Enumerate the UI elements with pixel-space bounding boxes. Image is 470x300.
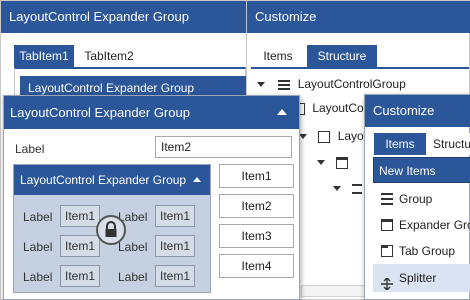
expand-arrow-icon[interactable] bbox=[333, 186, 341, 192]
inner-expander-group: LayoutControl Expander Group Label Item1… bbox=[13, 164, 211, 293]
tab-items[interactable]: Items bbox=[255, 45, 301, 67]
new-item-tab-group[interactable]: Tab Group bbox=[373, 238, 470, 264]
tab-items[interactable]: Items bbox=[374, 133, 426, 155]
group-icon bbox=[318, 130, 331, 143]
customize-window-title: Customize bbox=[247, 1, 470, 33]
expander-popup: LayoutControl Expander Group Label Item2… bbox=[3, 95, 300, 300]
new-item-label: Expander Gro bbox=[399, 218, 470, 232]
grid-item[interactable]: Item1 bbox=[60, 265, 100, 287]
new-item-group[interactable]: Group bbox=[373, 186, 470, 212]
expander-group-icon bbox=[381, 219, 393, 231]
customize-popup-tabstrip: Items Structu bbox=[371, 133, 470, 155]
tab-structure[interactable]: Structu bbox=[433, 133, 470, 155]
collapse-arrow-icon[interactable] bbox=[193, 177, 201, 182]
tab-tabitem2[interactable]: TabItem2 bbox=[74, 45, 144, 67]
new-item-label: Tab Group bbox=[399, 244, 456, 258]
list-icon bbox=[381, 193, 393, 205]
tab-group-icon bbox=[381, 245, 393, 257]
grid-item[interactable]: Item1 bbox=[60, 235, 100, 257]
expand-arrow-icon[interactable] bbox=[299, 134, 307, 140]
grid-item[interactable]: Item1 bbox=[155, 205, 195, 227]
tree-row[interactable]: LayoutControlGroup bbox=[257, 75, 467, 93]
layout-window-title: LayoutControl Expander Group bbox=[1, 1, 246, 33]
inner-group-header[interactable]: LayoutControl Expander Group bbox=[14, 165, 210, 195]
new-item-splitter[interactable]: Splitter bbox=[373, 264, 470, 292]
item2-field[interactable]: Item2 bbox=[155, 136, 292, 158]
new-item-label: Group bbox=[399, 192, 433, 206]
lock-icon[interactable] bbox=[96, 215, 126, 245]
tree-row-label: Layo bbox=[337, 129, 364, 143]
expander-popup-header[interactable]: LayoutControl Expander Group bbox=[4, 96, 299, 129]
side-item-button[interactable]: Item3 bbox=[219, 224, 294, 248]
expand-arrow-icon[interactable] bbox=[257, 82, 265, 88]
grid-label: Label bbox=[23, 270, 53, 284]
grid-label: Label bbox=[118, 270, 148, 284]
side-item-button[interactable]: Item1 bbox=[219, 164, 294, 188]
collapse-arrow-icon[interactable] bbox=[277, 109, 287, 115]
inner-group-title: LayoutControl Expander Group bbox=[20, 173, 187, 187]
new-item-label: Splitter bbox=[399, 271, 437, 285]
tab-structure[interactable]: Structure bbox=[307, 45, 377, 67]
tree-row-label: LayoutControlGroup bbox=[297, 77, 406, 91]
splitter-icon bbox=[381, 272, 393, 291]
grid-item[interactable]: Item1 bbox=[155, 235, 195, 257]
new-item-expander-group[interactable]: Expander Gro bbox=[373, 212, 470, 238]
customize-popup-title: Customize bbox=[365, 95, 470, 127]
new-items-header: New Items bbox=[373, 157, 470, 183]
customize-tabstrip: Items Structure bbox=[255, 45, 470, 67]
side-item-button[interactable]: Item2 bbox=[219, 194, 294, 218]
expander-popup-title: LayoutControl Expander Group bbox=[10, 105, 190, 120]
grid-item[interactable]: Item1 bbox=[155, 265, 195, 287]
list-icon bbox=[278, 79, 291, 90]
grid-label: Label bbox=[23, 210, 53, 224]
grid-item[interactable]: Item1 bbox=[60, 205, 100, 227]
side-item-button[interactable]: Item4 bbox=[219, 254, 294, 278]
list-icon bbox=[352, 183, 363, 194]
tab-group-icon bbox=[336, 156, 349, 169]
expand-arrow-icon[interactable] bbox=[317, 160, 325, 166]
tab-tabitem1[interactable]: TabItem1 bbox=[14, 45, 74, 67]
layout-window-tabstrip: TabItem1 TabItem2 bbox=[11, 45, 245, 67]
label-text: Label bbox=[15, 142, 45, 156]
grid-label: Label bbox=[23, 240, 53, 254]
